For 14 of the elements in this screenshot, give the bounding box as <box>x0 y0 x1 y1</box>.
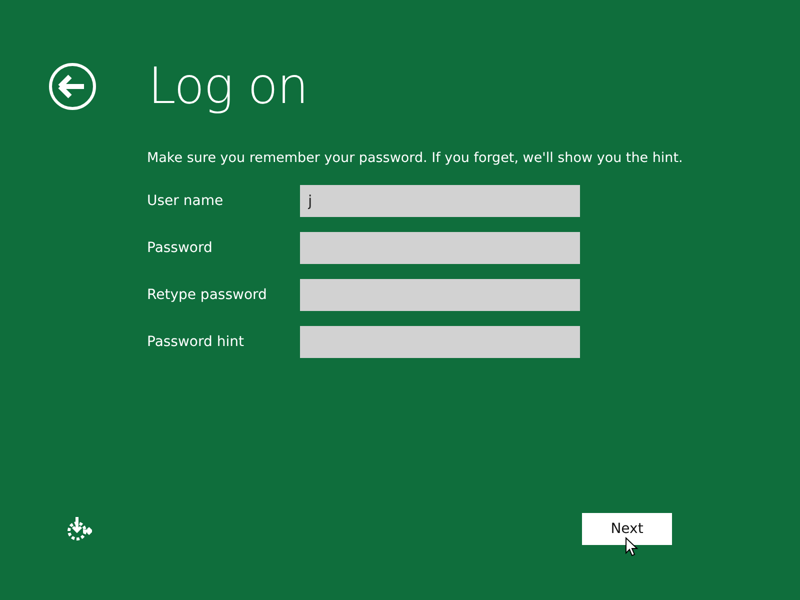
field-label: User name <box>147 193 224 209</box>
field-label: Retype password <box>147 287 268 303</box>
ease-of-access-icon <box>66 516 92 542</box>
input-field[interactable] <box>300 232 580 264</box>
field-label: Password <box>147 240 214 256</box>
input-field[interactable]: j <box>300 185 580 217</box>
mouse-pointer-icon <box>625 537 638 557</box>
input-field[interactable] <box>300 326 580 358</box>
page-title: Log on <box>148 56 308 116</box>
instruction-text: Make sure you remember your password. If you forget, we'll show you the hint. <box>147 150 684 166</box>
next-button[interactable]: Next <box>582 513 672 545</box>
field-label: Password hint <box>147 334 245 350</box>
back-button[interactable] <box>48 62 97 110</box>
input-field[interactable] <box>300 279 580 311</box>
